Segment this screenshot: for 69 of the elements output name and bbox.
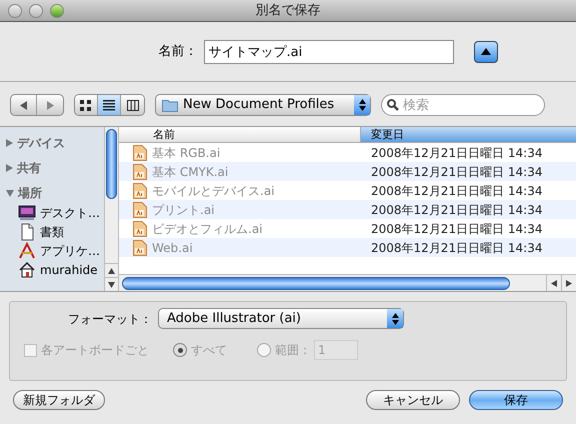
- scroll-right-icon[interactable]: [566, 280, 572, 286]
- search-icon: [387, 99, 399, 111]
- monitor-icon: [18, 204, 36, 222]
- columns-icon: [126, 100, 138, 110]
- disclosure-right-icon: [6, 164, 13, 172]
- close-button[interactable]: [8, 4, 22, 18]
- sidebar-section-header[interactable]: 場所: [6, 183, 104, 203]
- location-popup[interactable]: New Document Profiles: [155, 94, 371, 116]
- view-mode-control[interactable]: [74, 94, 145, 116]
- sidebar-item[interactable]: デスクト…: [6, 203, 104, 222]
- file-name: Web.ai: [152, 240, 193, 256]
- column-header[interactable]: 名前: [119, 127, 361, 142]
- scroll-down-icon[interactable]: [108, 282, 115, 288]
- icon-view-button[interactable]: [75, 95, 98, 115]
- ai-file-icon: [133, 164, 147, 180]
- name-field[interactable]: サイトマップ.ai: [204, 40, 454, 64]
- cancel-button[interactable]: キャンセル: [366, 390, 460, 410]
- ai-file-icon: [133, 182, 147, 198]
- ai-file-icon: [133, 240, 147, 256]
- horizontal-scrollbar[interactable]: [119, 274, 576, 291]
- sidebar-section-header[interactable]: デバイス: [6, 133, 104, 153]
- pencil-ruler-icon: [18, 242, 36, 260]
- file-name: プリント.ai: [152, 202, 215, 218]
- file-date: 2008年12月21日日曜日 14:34: [370, 182, 544, 200]
- file-name: モバイルとデバイス.ai: [152, 182, 275, 200]
- ai-file-icon: [133, 220, 147, 236]
- search-field[interactable]: 検索: [381, 94, 545, 116]
- scroll-thumb[interactable]: [122, 276, 510, 290]
- file-name: 基本 CMYK.ai: [152, 164, 228, 180]
- new-folder-button[interactable]: 新規フォルダ: [13, 390, 105, 410]
- grid-icon: [80, 100, 92, 110]
- name-label: 名前：: [158, 42, 198, 61]
- column-view-button[interactable]: [121, 95, 144, 115]
- scroll-left-icon[interactable]: [551, 280, 557, 286]
- list-icon: [103, 100, 115, 110]
- file-name: ビデオとフィルム.ai: [152, 220, 263, 238]
- column-header[interactable]: 変更日: [361, 127, 576, 142]
- triangle-right-icon: [46, 100, 54, 110]
- folder-icon: [162, 98, 178, 112]
- file-date: 2008年12月21日日曜日 14:34: [370, 144, 544, 162]
- up-down-arrows-icon: [392, 312, 398, 324]
- disclosure-right-icon: [6, 139, 13, 147]
- vertical-scrollbar[interactable]: [104, 127, 119, 291]
- house-icon: [18, 260, 36, 278]
- triangle-left-icon: [20, 100, 27, 110]
- ai-file-icon: [133, 202, 147, 218]
- sidebar-item[interactable]: アプリケ…: [6, 241, 104, 260]
- file-date: 2008年12月21日日曜日 14:34: [370, 164, 544, 180]
- navigation-control[interactable]: [10, 94, 64, 116]
- window-title: 別名で保存: [256, 2, 320, 20]
- expand-button[interactable]: [474, 40, 498, 62]
- format-popup[interactable]: Adobe Illustrator (ai): [158, 308, 404, 329]
- sidebar-section-header[interactable]: 共有: [6, 158, 104, 178]
- file-date: 2008年12月21日日曜日 14:34: [370, 220, 544, 238]
- scroll-up-icon[interactable]: [108, 268, 115, 274]
- sidebar-item[interactable]: murahide: [6, 260, 104, 279]
- save-button[interactable]: 保存: [469, 390, 563, 410]
- ai-file-icon: [133, 144, 147, 160]
- scroll-thumb[interactable]: [106, 129, 117, 199]
- sidebar-item[interactable]: 書類: [6, 222, 104, 241]
- disclosure-down-icon: [6, 190, 14, 196]
- triangle-up-icon: [480, 48, 490, 55]
- file-name: 基本 RGB.ai: [152, 144, 220, 162]
- up-down-arrows-icon: [358, 99, 366, 111]
- file-date: 2008年12月21日日曜日 14:34: [370, 202, 544, 218]
- file-date: 2008年12月21日日曜日 14:34: [370, 240, 544, 256]
- minimize-button[interactable]: [29, 4, 43, 18]
- format-label: フォーマット：: [68, 310, 152, 328]
- list-view-button[interactable]: [98, 95, 121, 115]
